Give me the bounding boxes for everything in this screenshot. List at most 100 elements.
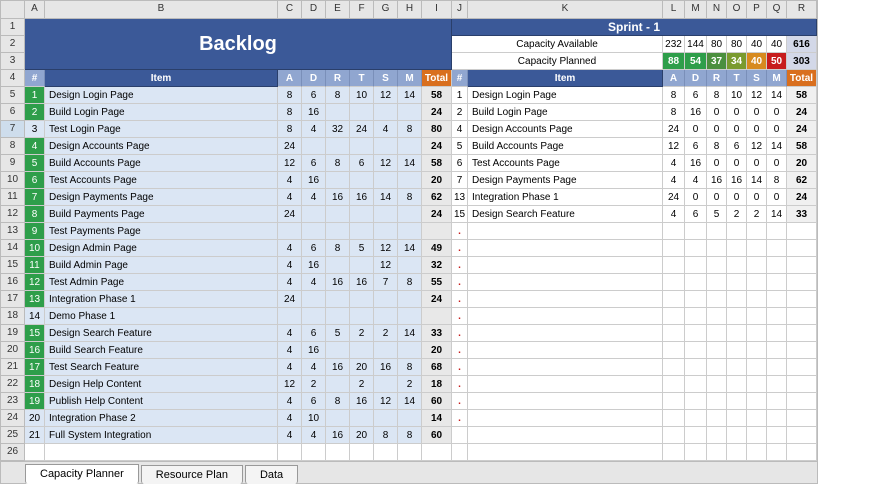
backlog-D[interactable]: 4 — [302, 189, 326, 206]
backlog-idx[interactable]: 11 — [25, 257, 45, 274]
backlog-R[interactable]: 16 — [326, 427, 350, 444]
backlog-R[interactable] — [326, 138, 350, 155]
backlog-T[interactable]: 10 — [350, 87, 374, 104]
row-header[interactable]: 23 — [1, 393, 25, 410]
backlog-A[interactable]: 4 — [278, 274, 302, 291]
backlog-R[interactable] — [326, 206, 350, 223]
cell[interactable] — [747, 444, 767, 461]
select-all-corner[interactable] — [1, 1, 25, 19]
cell[interactable] — [747, 359, 767, 376]
cell[interactable] — [747, 410, 767, 427]
backlog-A[interactable]: 8 — [278, 104, 302, 121]
cell[interactable] — [685, 223, 707, 240]
cell[interactable] — [747, 342, 767, 359]
backlog-T[interactable] — [350, 257, 374, 274]
col-header-G[interactable]: G — [374, 1, 398, 19]
backlog-item[interactable]: Design Admin Page — [45, 240, 278, 257]
backlog-T[interactable] — [350, 138, 374, 155]
backlog-A[interactable]: 24 — [278, 138, 302, 155]
cell[interactable] — [727, 376, 747, 393]
cell[interactable] — [685, 427, 707, 444]
tab-resource-plan[interactable]: Resource Plan — [141, 465, 243, 484]
backlog-idx[interactable]: 19 — [25, 393, 45, 410]
cell[interactable] — [787, 325, 817, 342]
sprint-M[interactable]: 6 — [685, 138, 707, 155]
row-header[interactable]: 19 — [1, 325, 25, 342]
backlog-R[interactable] — [326, 342, 350, 359]
backlog-A[interactable]: 4 — [278, 427, 302, 444]
cell[interactable] — [707, 444, 727, 461]
sprint-Q[interactable]: 14 — [767, 138, 787, 155]
backlog-A[interactable]: 8 — [278, 87, 302, 104]
row-header[interactable]: 1 — [1, 19, 25, 36]
backlog-A[interactable]: 4 — [278, 325, 302, 342]
cell[interactable] — [707, 376, 727, 393]
cell[interactable] — [468, 376, 663, 393]
backlog-M[interactable] — [398, 172, 422, 189]
backlog-M[interactable]: 8 — [398, 189, 422, 206]
sprint-item[interactable]: Build Accounts Page — [468, 138, 663, 155]
backlog-R[interactable] — [326, 376, 350, 393]
col-header-A[interactable]: A — [25, 1, 45, 19]
backlog-T[interactable] — [350, 223, 374, 240]
backlog-A[interactable]: 12 — [278, 155, 302, 172]
backlog-A[interactable]: 12 — [278, 376, 302, 393]
sprint-L[interactable]: 8 — [663, 104, 685, 121]
col-header-L[interactable]: L — [663, 1, 685, 19]
cell[interactable] — [685, 410, 707, 427]
backlog-idx[interactable]: 8 — [25, 206, 45, 223]
col-header-F[interactable]: F — [350, 1, 374, 19]
backlog-R[interactable] — [326, 172, 350, 189]
cell[interactable] — [747, 223, 767, 240]
backlog-R[interactable] — [326, 291, 350, 308]
backlog-R[interactable]: 8 — [326, 87, 350, 104]
cell[interactable] — [468, 342, 663, 359]
cell[interactable] — [727, 257, 747, 274]
sprint-N[interactable]: 0 — [707, 121, 727, 138]
cell[interactable] — [747, 274, 767, 291]
col-header-R[interactable]: R — [787, 1, 817, 19]
cell[interactable] — [663, 274, 685, 291]
cell[interactable] — [350, 444, 374, 461]
col-header-I[interactable]: I — [422, 1, 452, 19]
cell[interactable] — [707, 427, 727, 444]
cell[interactable] — [685, 444, 707, 461]
backlog-item[interactable]: Design Payments Page — [45, 189, 278, 206]
col-header-E[interactable]: E — [326, 1, 350, 19]
sprint-item[interactable]: Test Accounts Page — [468, 155, 663, 172]
sprint-O[interactable]: 0 — [727, 155, 747, 172]
backlog-M[interactable] — [398, 138, 422, 155]
cell[interactable] — [302, 444, 326, 461]
cell[interactable] — [767, 240, 787, 257]
col-header-Q[interactable]: Q — [767, 1, 787, 19]
backlog-idx[interactable]: 21 — [25, 427, 45, 444]
cell[interactable] — [468, 359, 663, 376]
sprint-P[interactable]: 0 — [747, 104, 767, 121]
col-header-B[interactable]: B — [45, 1, 278, 19]
backlog-D[interactable]: 6 — [302, 87, 326, 104]
cell[interactable] — [468, 240, 663, 257]
backlog-A[interactable] — [278, 308, 302, 325]
backlog-R[interactable] — [326, 104, 350, 121]
row-header[interactable]: 5 — [1, 87, 25, 104]
cell[interactable] — [707, 359, 727, 376]
backlog-T[interactable] — [350, 206, 374, 223]
row-header[interactable]: 18 — [1, 308, 25, 325]
cell[interactable] — [747, 393, 767, 410]
tab-data[interactable]: Data — [245, 465, 298, 484]
cell[interactable] — [727, 308, 747, 325]
cell[interactable] — [663, 410, 685, 427]
cell[interactable] — [468, 444, 663, 461]
sprint-P[interactable]: 2 — [747, 206, 767, 223]
sprint-O[interactable]: 0 — [727, 189, 747, 206]
cell[interactable] — [727, 393, 747, 410]
row-header[interactable]: 15 — [1, 257, 25, 274]
row-header[interactable]: 14 — [1, 240, 25, 257]
backlog-M[interactable] — [398, 308, 422, 325]
backlog-M[interactable]: 14 — [398, 87, 422, 104]
row-header[interactable]: 25 — [1, 427, 25, 444]
sprint-M[interactable]: 16 — [685, 155, 707, 172]
cell[interactable] — [727, 444, 747, 461]
cell[interactable] — [767, 325, 787, 342]
sprint-P[interactable]: 14 — [747, 172, 767, 189]
